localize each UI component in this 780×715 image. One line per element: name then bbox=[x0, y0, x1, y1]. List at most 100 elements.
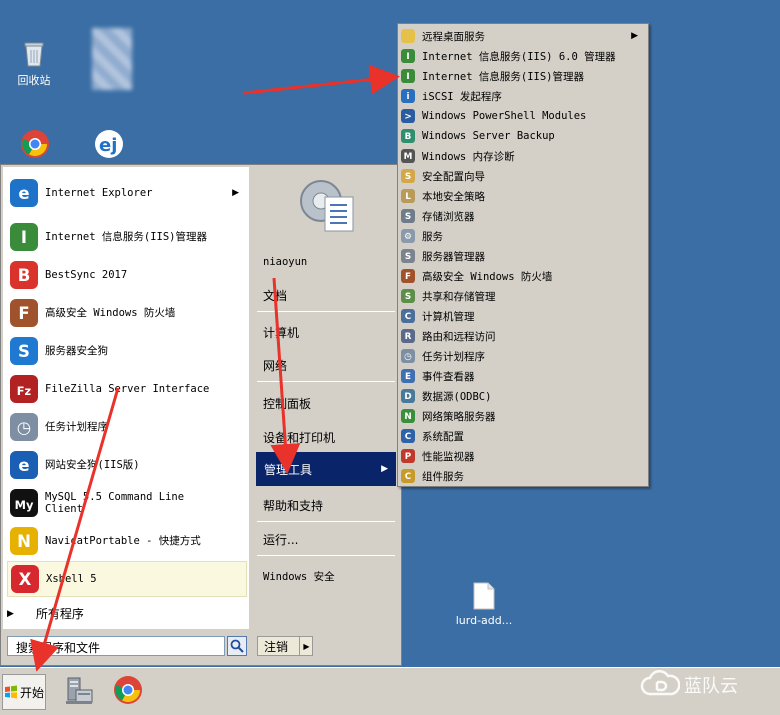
admin-tool-item[interactable]: P 性能监视器 bbox=[400, 446, 646, 466]
admin-tool-item[interactable]: I Internet 信息服务(IIS) 6.0 管理器 bbox=[400, 46, 646, 66]
computer-link[interactable]: 计算机 bbox=[263, 324, 299, 341]
desktop-file[interactable]: lurd-add... bbox=[444, 582, 524, 627]
svg-text:C: C bbox=[405, 312, 411, 322]
admin-tool-item[interactable]: C 系统配置 bbox=[400, 426, 646, 446]
start-menu-programs: e Internet Explorer ▶ I Internet 信息服务(IIS)管理… bbox=[3, 167, 249, 629]
admin-tool-label: 高级安全 Windows 防火墙 bbox=[422, 270, 553, 283]
admin-tool-item[interactable]: I Internet 信息服务(IIS)管理器 bbox=[400, 66, 646, 86]
admin-tool-label: 任务计划程序 bbox=[422, 350, 485, 363]
admin-tool-label: Windows PowerShell Modules bbox=[422, 110, 587, 122]
local-policy-icon: L bbox=[400, 188, 416, 204]
svg-text:S: S bbox=[405, 212, 411, 222]
admin-tool-item[interactable]: R 路由和远程访问 bbox=[400, 326, 646, 346]
control-panel-link[interactable]: 控制面板 bbox=[263, 395, 311, 412]
program-label: MySQL 5.5 Command Line Client bbox=[45, 491, 185, 515]
shutdown-options-button[interactable]: ▶ bbox=[299, 636, 313, 656]
odbc-icon: D bbox=[400, 388, 416, 404]
search-input[interactable]: 搜索程序和文件 bbox=[7, 636, 225, 656]
admin-tool-label: iSCSI 发起程序 bbox=[422, 90, 502, 103]
admin-tools-submenu: 远程桌面服务 ▶ I Internet 信息服务(IIS) 6.0 管理器 I Inter… bbox=[397, 23, 649, 487]
arrow-to-iis bbox=[243, 64, 400, 95]
admin-tool-item[interactable]: S 安全配置向导 bbox=[400, 166, 646, 186]
svg-text:C: C bbox=[405, 472, 411, 482]
admin-tools-menu-item[interactable]: 管理工具 ▶ bbox=[256, 452, 396, 486]
program-item[interactable]: Fz FileZilla Server Interface bbox=[7, 371, 247, 407]
share-storage-icon: S bbox=[400, 288, 416, 304]
admin-tool-item[interactable]: > Windows PowerShell Modules bbox=[400, 106, 646, 126]
program-item[interactable]: F 高级安全 Windows 防火墙 bbox=[7, 295, 247, 331]
network-link[interactable]: 网络 bbox=[263, 357, 287, 374]
program-item[interactable]: B BestSync 2017 bbox=[7, 257, 247, 293]
recycle-bin-label: 回收站 bbox=[17, 74, 51, 87]
run-link[interactable]: 运行... bbox=[263, 531, 298, 548]
admin-tool-item[interactable]: S 服务器管理器 bbox=[400, 246, 646, 266]
svg-text:My: My bbox=[15, 498, 34, 512]
svg-text:S: S bbox=[18, 342, 30, 361]
user-name[interactable]: niaoyun bbox=[263, 254, 307, 268]
safedog-icon: S bbox=[9, 336, 39, 366]
admin-tool-item[interactable]: B Windows Server Backup bbox=[400, 126, 646, 146]
start-button[interactable]: 开始 bbox=[2, 674, 46, 710]
recycle-bin[interactable]: 回收站 bbox=[6, 38, 62, 88]
admin-tool-item[interactable]: C 组件服务 bbox=[400, 466, 646, 486]
program-label: BestSync 2017 bbox=[45, 269, 128, 281]
program-item[interactable]: I Internet 信息服务(IIS)管理器 bbox=[7, 219, 247, 255]
admin-tool-item[interactable]: S 存储浏览器 bbox=[400, 206, 646, 226]
program-item[interactable]: N NavicatPortable - 快捷方式 bbox=[7, 523, 247, 559]
admin-tool-item[interactable]: i iSCSI 发起程序 bbox=[400, 86, 646, 106]
admin-tool-item[interactable]: D 数据源(ODBC) bbox=[400, 386, 646, 406]
admin-tool-item[interactable]: ⚙ 服务 bbox=[400, 226, 646, 246]
ej-desktop-shortcut[interactable]: ej bbox=[80, 128, 136, 162]
triangle-right-icon: ▶ bbox=[232, 188, 239, 198]
program-label: FileZilla Server Interface bbox=[45, 383, 210, 395]
program-item[interactable]: ◷ 任务计划程序 bbox=[7, 409, 247, 445]
watermark-logo: 蓝队云 bbox=[640, 670, 738, 700]
all-programs[interactable]: ▶ 所有程序 bbox=[7, 605, 84, 622]
admin-tool-item[interactable]: C 计算机管理 bbox=[400, 306, 646, 326]
admin-tool-item[interactable]: ◷ 任务计划程序 bbox=[400, 346, 646, 366]
places-separator bbox=[257, 555, 395, 556]
chrome-icon bbox=[19, 128, 49, 158]
admin-tool-item[interactable]: F 高级安全 Windows 防火墙 bbox=[400, 266, 646, 286]
help-support-link[interactable]: 帮助和支持 bbox=[263, 497, 323, 514]
admin-tool-label: 本地安全策略 bbox=[422, 190, 485, 203]
firewall-icon: F bbox=[9, 298, 39, 328]
filezilla-icon: Fz bbox=[9, 374, 39, 404]
program-item[interactable]: My MySQL 5.5 Command Line Client bbox=[7, 485, 247, 521]
svg-text:M: M bbox=[404, 152, 413, 162]
documents-link[interactable]: 文档 bbox=[263, 287, 287, 304]
security-wizard-icon: S bbox=[400, 168, 416, 184]
program-item[interactable]: e 网站安全狗(IIS版) bbox=[7, 447, 247, 483]
task-scheduler-icon: ◷ bbox=[9, 412, 39, 442]
admin-tool-item[interactable]: 远程桌面服务 ▶ bbox=[400, 26, 646, 46]
logoff-label: 注销 bbox=[264, 639, 289, 654]
program-item[interactable]: S 服务器安全狗 bbox=[7, 333, 247, 369]
devices-printers-link[interactable]: 设备和打印机 bbox=[263, 429, 335, 446]
svg-text:ej: ej bbox=[99, 135, 117, 156]
chrome-desktop-shortcut[interactable] bbox=[6, 128, 62, 162]
search-button[interactable] bbox=[227, 636, 247, 656]
program-label: Xshell 5 bbox=[46, 573, 97, 585]
programs-separator bbox=[11, 213, 247, 214]
admin-tools-label: 管理工具 bbox=[264, 462, 313, 477]
admin-tool-item[interactable]: S 共享和存储管理 bbox=[400, 286, 646, 306]
admin-tool-item[interactable]: E 事件查看器 bbox=[400, 366, 646, 386]
svg-text:⚙: ⚙ bbox=[404, 232, 412, 242]
taskbar-server-manager[interactable] bbox=[62, 674, 96, 708]
iis6-icon: I bbox=[400, 48, 416, 64]
admin-tool-item[interactable]: L 本地安全策略 bbox=[400, 186, 646, 206]
svg-text:C: C bbox=[405, 432, 411, 442]
program-item[interactable]: X Xshell 5 bbox=[7, 561, 247, 597]
mysql-icon: My bbox=[9, 488, 39, 518]
nps-icon: N bbox=[400, 408, 416, 424]
taskbar-chrome[interactable] bbox=[112, 674, 146, 708]
program-item[interactable]: e Internet Explorer ▶ bbox=[7, 175, 247, 211]
svg-text:>: > bbox=[404, 112, 411, 122]
folder-icon bbox=[400, 28, 416, 44]
admin-tool-label: Internet 信息服务(IIS)管理器 bbox=[422, 70, 585, 83]
admin-tool-item[interactable]: N 网络策略服务器 bbox=[400, 406, 646, 426]
svg-text:D: D bbox=[404, 392, 411, 402]
admin-tool-item[interactable]: M Windows 内存诊断 bbox=[400, 146, 646, 166]
windows-security-link[interactable]: Windows 安全 bbox=[263, 569, 335, 584]
svg-text:i: i bbox=[406, 92, 409, 102]
